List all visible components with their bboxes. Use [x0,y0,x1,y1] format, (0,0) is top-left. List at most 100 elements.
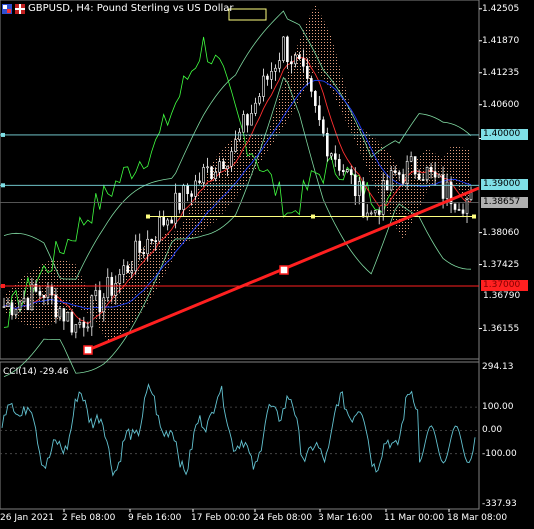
candle-body [421,179,425,181]
candle-body [218,161,221,173]
candle-body [310,78,313,92]
candle-body [202,167,205,183]
price-tag-axis: 1.36790 [483,290,521,301]
ichimoku-cloud [4,4,472,343]
price-tag-hline: 1.40000 [481,128,528,140]
candle-body [114,283,118,296]
candle-body [429,166,433,173]
candle-body [349,169,353,176]
candle-body [397,172,401,175]
trendline-handle-start[interactable] [83,345,93,355]
candle-body [6,302,10,307]
candle-body [433,171,437,178]
candle-body [322,119,325,134]
candle-body [274,67,277,72]
candle-body [254,102,257,114]
support-handle-right[interactable] [472,214,476,219]
candle-body [182,185,185,210]
price-tag-bid: 1.38657 [481,196,528,208]
candle-body [341,170,345,173]
candle-body [357,181,361,196]
cci-axis-label: -337.93 [482,499,517,509]
candle-body [122,265,126,275]
candle-body [206,166,209,169]
hline-handle[interactable] [1,132,5,137]
candle-body [194,180,197,197]
candle-body [86,326,90,329]
time-axis-label: 17 Feb 00:00 [191,513,251,523]
candle-body [457,209,461,211]
candle-body [98,290,102,313]
candle-body [286,36,289,63]
price-axis-label: 1.41235 [482,67,520,78]
candle-body [330,153,333,157]
candle-body [190,193,193,197]
candle-body [138,240,142,253]
price-chart[interactable] [0,0,534,529]
hline-handle[interactable] [1,183,5,188]
candle-body [186,185,189,195]
candle-body [401,174,405,184]
candle-body [441,174,445,199]
hline-handle[interactable] [1,283,5,288]
candle-body [318,105,321,121]
candle-body [162,217,165,226]
candle-body [389,170,393,191]
candle-body [130,270,134,273]
candle-body [445,181,449,199]
candle-body [22,298,26,303]
candle-body [78,322,82,325]
candle-body [142,252,146,255]
candle-body [333,153,337,160]
candle-body [150,238,153,242]
trendline-handle-mid[interactable] [279,265,289,275]
candle-body [46,286,50,298]
candle-body [74,324,78,333]
candle-body [377,210,381,215]
candle-body [134,240,138,272]
candle-body [26,298,30,311]
time-axis-label: 9 Feb 16:00 [128,513,182,523]
candle-body [30,283,34,311]
candle-body [337,159,341,171]
chart-window-icon [2,3,12,14]
candle-body [170,219,173,224]
candle-body [54,294,58,318]
cci-line [1,383,476,477]
candle-body [469,192,473,200]
support-handle-left[interactable] [146,214,150,219]
candle-body [294,54,297,65]
rectangle-object[interactable] [228,8,267,21]
candle-body [10,302,14,316]
candle-body [306,65,309,79]
candle-body [405,161,409,184]
candle-body [94,290,98,297]
candle-body [178,192,181,210]
time-axis-label: 26 Jan 2021 [0,513,54,523]
candle-body [298,54,301,59]
candle-body [38,291,42,296]
price-tag-hline: 1.39000 [481,179,528,191]
candle-body [238,131,241,140]
candle-body [102,297,106,313]
candle-body [417,173,421,180]
candle-body [250,113,253,126]
time-axis-label: 24 Feb 08:00 [253,513,313,523]
time-axis-label: 3 Mar 16:00 [318,513,373,523]
candle-body [361,181,365,218]
candle-body [282,36,285,61]
candle-body [42,294,46,298]
price-axis-label: 1.37425 [482,259,520,270]
candle-body [246,114,249,126]
chart-window[interactable]: GBPUSD, H4: Pound Sterling vs US Dollar … [0,0,534,529]
candle-body [158,217,161,242]
candle-body [266,75,269,80]
price-axis-label: 1.42505 [482,3,520,14]
price-axis-label: 1.40600 [482,99,520,110]
candle-body [18,301,22,310]
candle-body [453,203,457,210]
support-handle-mid[interactable] [311,214,315,219]
candle-body [465,199,469,214]
candle-body [222,161,225,170]
candle-body [302,58,305,67]
